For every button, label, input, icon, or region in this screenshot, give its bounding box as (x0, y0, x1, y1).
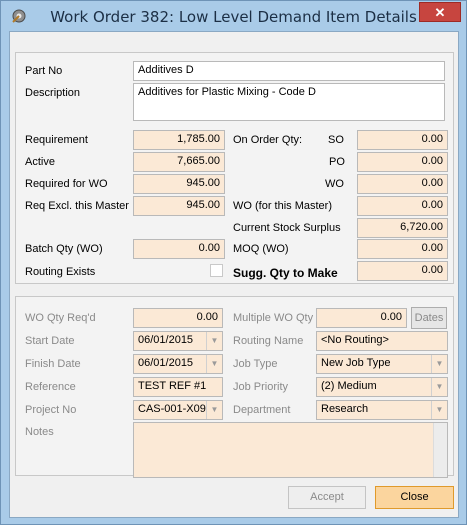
chevron-down-icon[interactable]: ▼ (431, 355, 447, 373)
project-no-combo[interactable]: CAS-001-X09 ▼ (133, 400, 223, 420)
reference-field[interactable]: TEST REF #1 (133, 377, 223, 397)
window-title: Work Order 382: Low Level Demand Item De… (50, 8, 417, 26)
department-combo[interactable]: Research ▼ (316, 400, 448, 420)
routing-name-label: Routing Name (233, 335, 304, 347)
start-date-value: 06/01/2015 (138, 334, 194, 346)
job-type-value: New Job Type (321, 357, 391, 369)
po-field: 0.00 (357, 152, 448, 172)
finish-date-label: Finish Date (25, 358, 81, 370)
project-no-label: Project No (25, 404, 77, 416)
finish-date-value: 06/01/2015 (138, 357, 194, 369)
department-value: Research (321, 403, 369, 415)
description-label: Description (25, 87, 81, 99)
req-excl-field: 945.00 (133, 196, 225, 216)
req-excl-label: Req Excl. this Master (25, 200, 129, 212)
close-button[interactable]: Close (375, 486, 454, 509)
title-bar[interactable]: Work Order 382: Low Level Demand Item De… (1, 1, 466, 31)
chevron-down-icon[interactable]: ▼ (206, 332, 222, 350)
wo-field: 0.00 (357, 174, 448, 194)
po-label: PO (329, 156, 345, 168)
on-order-label: On Order Qty: (233, 134, 303, 146)
project-no-value: CAS-001-X09 (138, 403, 206, 415)
wo-master-label: WO (for this Master) (233, 200, 333, 212)
chevron-down-icon[interactable]: ▼ (206, 401, 222, 419)
routing-exists-label: Routing Exists (25, 266, 96, 278)
routing-exists-checkbox[interactable] (210, 264, 223, 277)
so-field: 0.00 (357, 130, 448, 150)
description-field[interactable]: Additives for Plastic Mixing - Code D (133, 83, 445, 121)
sugg-qty-label: Sugg. Qty to Make (233, 266, 338, 280)
wo-master-field: 0.00 (357, 196, 448, 216)
routing-name-field[interactable]: <No Routing> (316, 331, 448, 351)
chevron-down-icon[interactable]: ▼ (431, 378, 447, 396)
requirement-label: Requirement (25, 134, 88, 146)
batch-qty-label: Batch Qty (WO) (25, 243, 103, 255)
start-date-label: Start Date (25, 335, 75, 347)
wo-label: WO (325, 178, 344, 190)
active-field: 7,665.00 (133, 152, 225, 172)
required-for-wo-field: 945.00 (133, 174, 225, 194)
work-order-group: WO Qty Req'd 0.00 Multiple WO Qty 0.00 D… (15, 296, 454, 478)
multiple-wo-qty-field[interactable]: 0.00 (316, 308, 407, 328)
wo-qty-label: WO Qty Req'd (25, 312, 96, 324)
notes-field[interactable] (133, 422, 448, 478)
required-for-wo-label: Required for WO (25, 178, 108, 190)
moq-field: 0.00 (357, 239, 448, 259)
demand-group: Part No Additives D Description Additive… (15, 52, 454, 284)
chevron-down-icon[interactable]: ▼ (431, 401, 447, 419)
surplus-label: Current Stock Surplus (233, 222, 341, 234)
batch-qty-field[interactable]: 0.00 (133, 239, 225, 259)
reference-label: Reference (25, 381, 76, 393)
so-label: SO (328, 134, 344, 146)
job-priority-combo[interactable]: (2) Medium ▼ (316, 377, 448, 397)
accept-button[interactable]: Accept (288, 486, 366, 509)
moq-label: MOQ (WO) (233, 243, 289, 255)
department-label: Department (233, 404, 291, 416)
active-label: Active (25, 156, 55, 168)
wo-qty-field[interactable]: 0.00 (133, 308, 223, 328)
job-type-combo[interactable]: New Job Type ▼ (316, 354, 448, 374)
job-priority-value: (2) Medium (321, 380, 377, 392)
job-priority-label: Job Priority (233, 381, 289, 393)
notes-scrollbar[interactable] (433, 423, 447, 477)
job-type-label: Job Type (233, 358, 278, 370)
client-area: Part No Additives D Description Additive… (9, 31, 459, 518)
sugg-qty-field: 0.00 (357, 261, 448, 281)
start-date-picker[interactable]: 06/01/2015 ▼ (133, 331, 223, 351)
dialog-window: Work Order 382: Low Level Demand Item De… (0, 0, 467, 525)
surplus-field: 6,720.00 (357, 218, 448, 238)
part-no-field[interactable]: Additives D (133, 61, 445, 81)
window-close-button[interactable]: ✕ (419, 2, 461, 22)
multiple-wo-qty-label: Multiple WO Qty (233, 312, 314, 324)
notes-label: Notes (25, 426, 54, 438)
requirement-field: 1,785.00 (133, 130, 225, 150)
dates-button[interactable]: Dates (411, 307, 447, 329)
finish-date-picker[interactable]: 06/01/2015 ▼ (133, 354, 223, 374)
part-no-label: Part No (25, 65, 63, 77)
chevron-down-icon[interactable]: ▼ (206, 355, 222, 373)
